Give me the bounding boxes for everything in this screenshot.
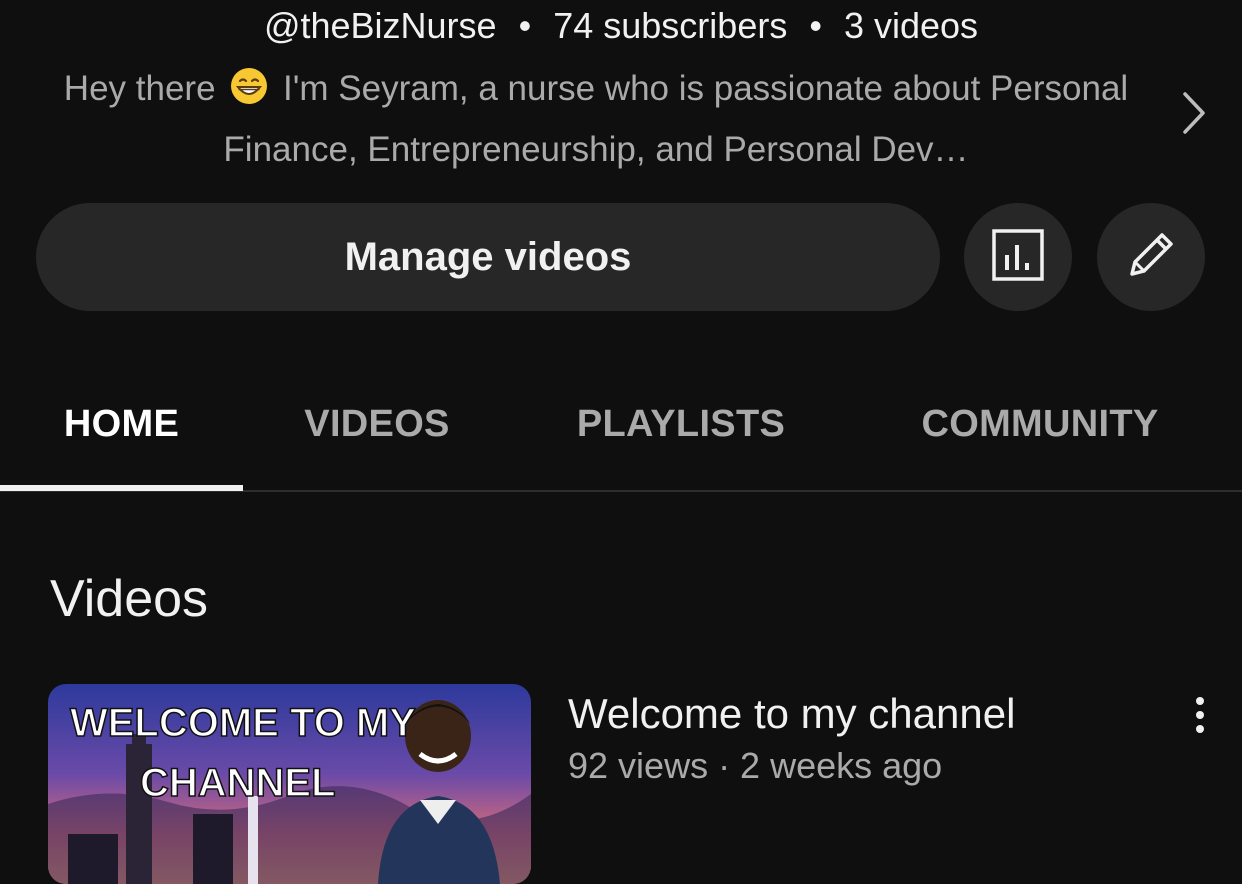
video-title[interactable]: Welcome to my channel xyxy=(568,686,1015,742)
edit-channel-button[interactable] xyxy=(1097,203,1205,311)
manage-videos-label: Manage videos xyxy=(344,234,632,279)
video-thumbnail[interactable]: WELCOME TO MY CHANNEL xyxy=(48,684,531,884)
description-end: I'm Seyram, a nurse who is passionate ab… xyxy=(223,69,1129,169)
description-start: Hey there xyxy=(63,69,216,108)
more-options-icon[interactable] xyxy=(1178,690,1222,740)
tab-videos[interactable]: VIDEOS xyxy=(256,360,498,488)
chevron-right-icon[interactable] xyxy=(1176,88,1212,138)
separator-dot: • xyxy=(518,5,532,46)
tab-playlists[interactable]: PLAYLISTS xyxy=(540,360,822,488)
video-count: 3 videos xyxy=(843,5,979,46)
analytics-button[interactable] xyxy=(964,203,1072,311)
channel-handle: @theBizNurse xyxy=(263,5,497,46)
active-tab-indicator xyxy=(0,485,243,491)
separator-dot: • xyxy=(809,5,822,46)
subscriber-count: 74 subscribers xyxy=(553,5,788,46)
section-title: Videos xyxy=(50,570,209,628)
video-meta: 92 views · 2 weeks ago xyxy=(568,745,943,786)
thumbnail-text-line2: CHANNEL xyxy=(140,761,336,805)
channel-description[interactable]: Hey there I'm Seyram, a nurse who is pas… xyxy=(36,58,1156,180)
tab-community[interactable]: COMMUNITY xyxy=(880,360,1200,488)
grinning-face-icon xyxy=(229,64,269,104)
channel-meta-line: @theBizNurse • 74 subscribers • 3 videos xyxy=(0,0,1242,52)
pencil-icon xyxy=(1122,226,1180,289)
channel-tabs: HOME VIDEOS PLAYLISTS COMMUNITY xyxy=(0,360,1242,492)
thumbnail-text-line1: WELCOME TO MY xyxy=(70,701,416,745)
tab-home[interactable]: HOME xyxy=(0,360,243,488)
manage-videos-button[interactable]: Manage videos xyxy=(36,203,940,311)
analytics-icon xyxy=(990,227,1046,288)
